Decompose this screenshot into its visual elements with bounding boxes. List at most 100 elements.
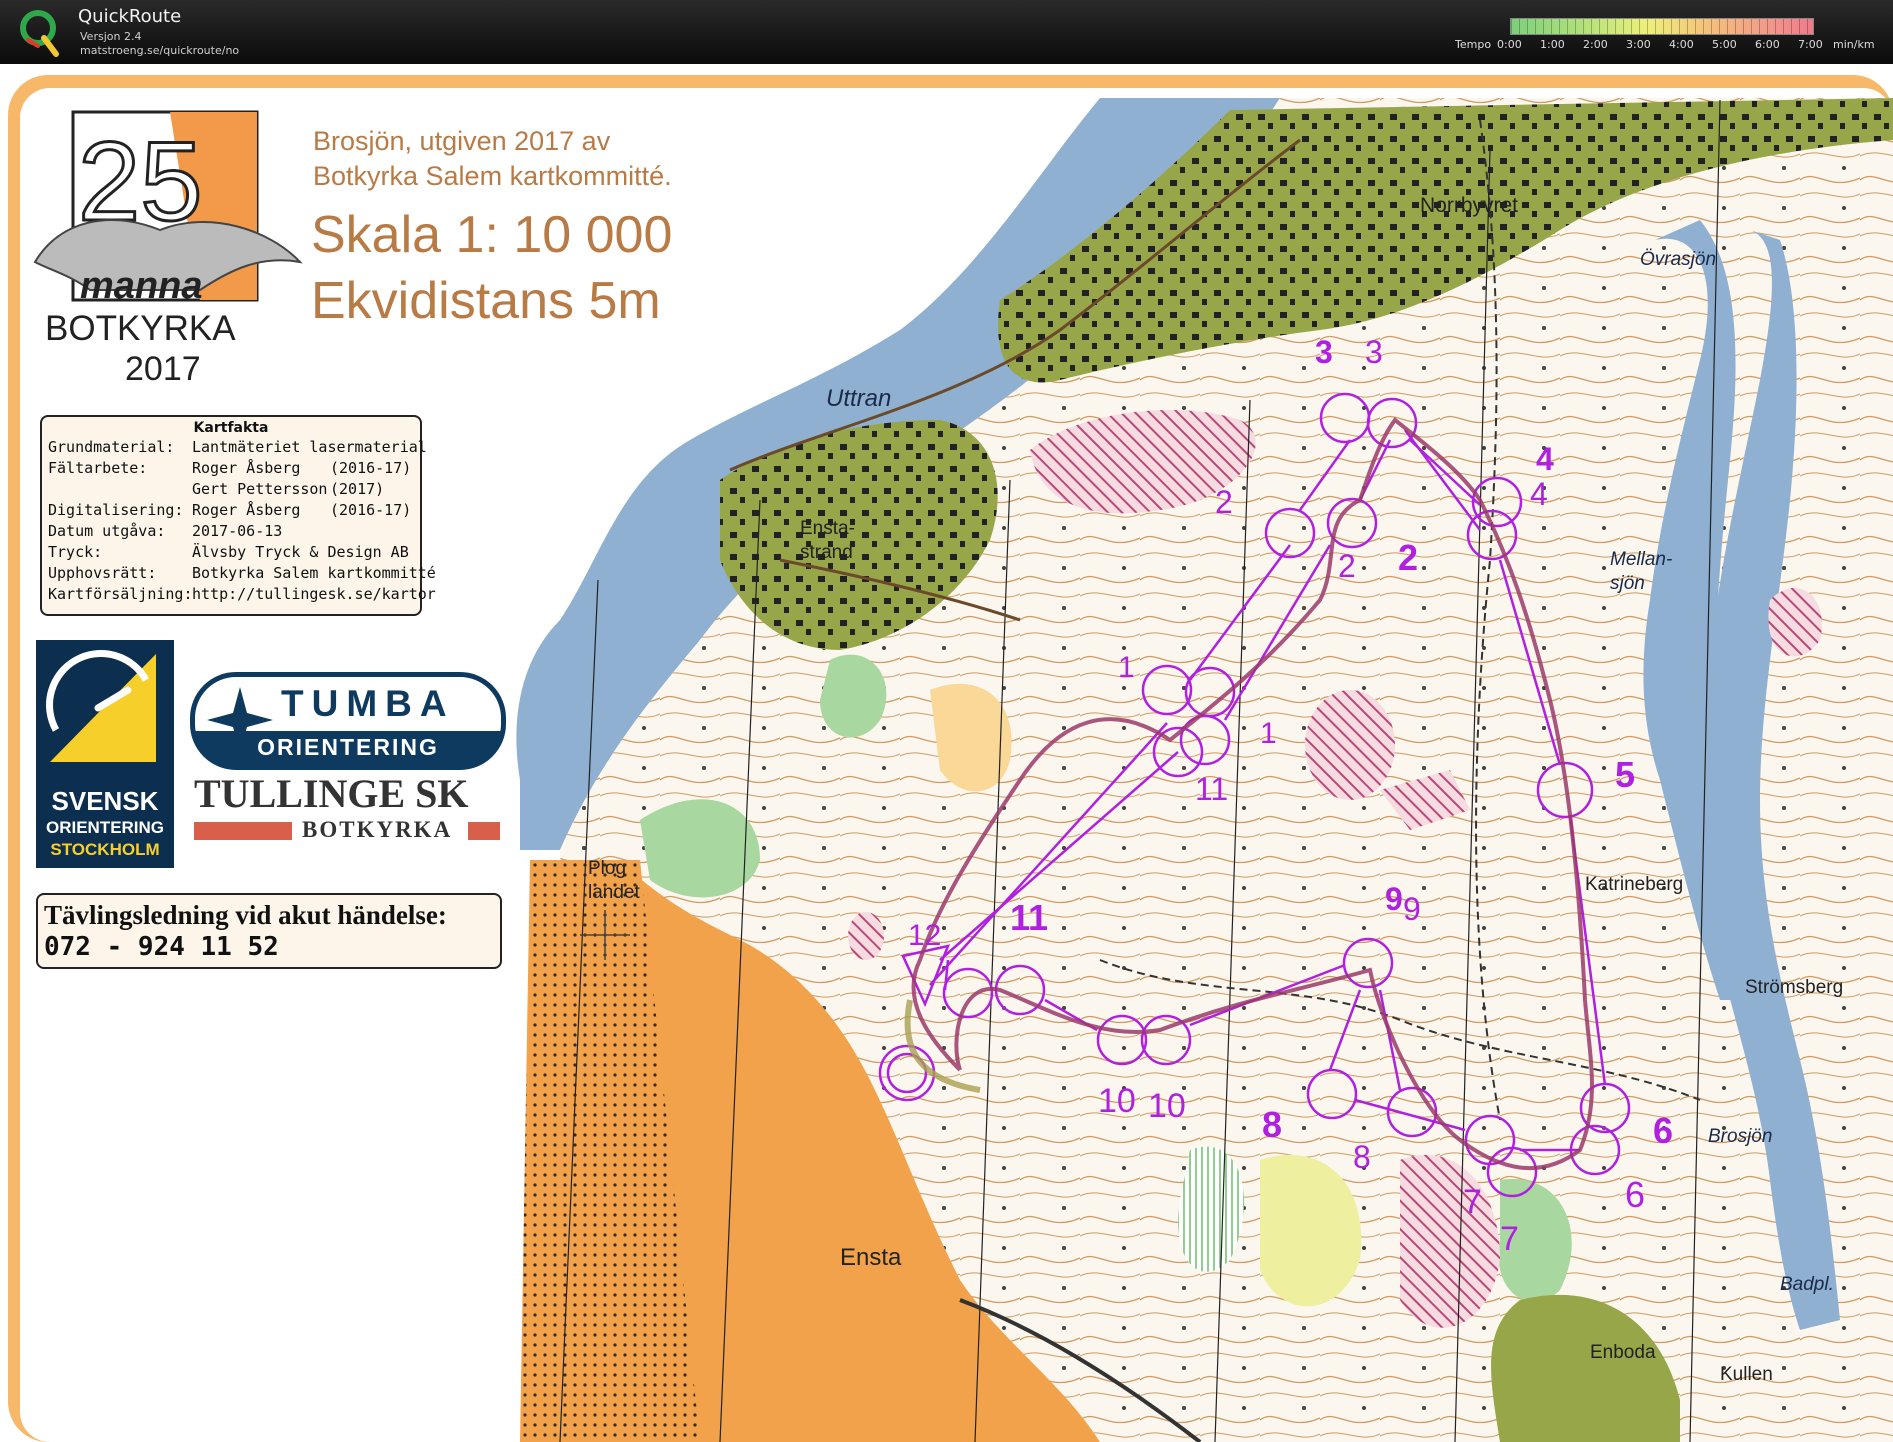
tempo-tick: 4:00 xyxy=(1669,38,1694,51)
place-mellansjon-2: sjön xyxy=(1610,573,1645,594)
map-scale: Skala 1: 10 000 xyxy=(311,206,672,264)
tempo-tick: 5:00 xyxy=(1712,38,1737,51)
place-ensta-strand-2: strand xyxy=(800,542,853,563)
place-mellansjon-1: Mellan- xyxy=(1610,549,1672,570)
place-enboda: Enboda xyxy=(1590,1342,1656,1363)
kartfakta-title: Kartfakta xyxy=(193,420,269,436)
tullinge-bar-left xyxy=(194,822,292,840)
kartfakta-key: Upphovsrätt: xyxy=(48,564,157,582)
emergency-title: Tävlingsledning vid akut händelse: xyxy=(44,900,447,930)
kartfakta-value: Lantmäteriet lasermaterial xyxy=(192,438,427,456)
control-number: 3 xyxy=(1315,334,1333,370)
control-number: 6 xyxy=(1625,1174,1645,1215)
event-logo-name: manna xyxy=(80,265,202,307)
tempo-label: Tempo xyxy=(1455,38,1492,51)
kartfakta-value: Roger Åsberg xyxy=(192,501,301,519)
place-ovrasjon: Övrasjön xyxy=(1640,249,1716,270)
kartfakta-key: Kartförsäljning: xyxy=(48,585,193,603)
control-number: 8 xyxy=(1353,1139,1371,1175)
control-number: 2 xyxy=(1398,537,1418,578)
control-number: 3 xyxy=(1365,334,1383,370)
kartfakta-value: 2017-06-13 xyxy=(192,522,283,540)
tullinge-line-2: BOTKYRKA xyxy=(302,817,453,842)
tempo-unit: min/km xyxy=(1833,38,1875,51)
emergency-phone: 072 - 924 11 52 xyxy=(44,932,279,962)
kartfakta-key: Fältarbete: xyxy=(48,459,148,477)
tumba-line-1: TUMBA xyxy=(281,683,455,724)
control-number: 1 xyxy=(1118,651,1135,684)
tempo-tick: 0:00 xyxy=(1497,38,1522,51)
control-number: 11 xyxy=(1195,771,1228,807)
tempo-tick: 2:00 xyxy=(1583,38,1608,51)
control-number: 9 xyxy=(1403,891,1421,927)
place-kullen: Kullen xyxy=(1720,1364,1773,1385)
kartfakta-box: Kartfakta Grundmaterial: Lantmäteriet la… xyxy=(40,415,436,616)
place-ensta-strand-1: Ensta- xyxy=(800,518,855,539)
place-uttran: Uttran xyxy=(826,385,891,412)
control-number: 8 xyxy=(1262,1104,1282,1145)
title-bar: QuickRoute Versjon 2.4 matstroeng.se/qui… xyxy=(0,0,1893,64)
kartfakta-value: http://tullingesk.se/kartor xyxy=(192,585,436,603)
emergency-contact-box: Tävlingsledning vid akut händelse: 072 -… xyxy=(36,893,502,969)
kartfakta-row: Fältarbete: Roger Åsberg (2016-17) xyxy=(48,459,418,479)
tumba-line-2: ORIENTERING xyxy=(195,731,501,765)
tempo-tick: 1:00 xyxy=(1540,38,1565,51)
compass-icon xyxy=(46,650,156,762)
control-number: 7 xyxy=(1500,1220,1519,1258)
kartfakta-value: Roger Åsberg xyxy=(192,459,301,477)
place-badpl: Badpl. xyxy=(1780,1274,1834,1295)
control-number: 10 xyxy=(1098,1082,1136,1120)
control-number: 10 xyxy=(1148,1087,1186,1125)
kartfakta-year: (2016-17) xyxy=(330,459,412,477)
control-number: 2 xyxy=(1215,484,1233,520)
control-number: 12 xyxy=(908,919,941,952)
contour-interval: Ekvidistans 5m xyxy=(311,272,661,330)
tullinge-sk-logo: TULLINGE SK BOTKYRKA xyxy=(190,770,504,844)
app-version: Versjon 2.4 xyxy=(80,30,142,43)
tempo-color-scale xyxy=(1510,18,1814,35)
kartfakta-value: Älvsby Tryck & Design AB xyxy=(192,543,409,561)
place-norrbyvret: Norrbyvret xyxy=(1420,194,1518,217)
kartfakta-row: Kartförsäljning: http://tullingesk.se/ka… xyxy=(48,585,436,605)
kartfakta-row: Gert Pettersson (2017) xyxy=(48,480,418,500)
event-logo-place: BOTKYRKA xyxy=(45,309,236,348)
place-plog-1: Plog xyxy=(588,858,626,879)
publisher-line-2: Botkyrka Salem kartkommitté. xyxy=(313,161,672,191)
svensk-line-1: SVENSK xyxy=(51,786,159,816)
place-stromsberg: Strömsberg xyxy=(1745,977,1843,998)
control-number: 4 xyxy=(1536,441,1554,477)
control-number: 6 xyxy=(1653,1110,1673,1151)
control-number: 2 xyxy=(1338,548,1356,584)
svensk-line-3: STOCKHOLM xyxy=(50,840,160,859)
kartfakta-year: (2017) xyxy=(330,480,385,498)
kartfakta-key: Datum utgåva: xyxy=(48,522,166,540)
control-number: 4 xyxy=(1530,476,1548,512)
kartfakta-key: Digitalisering: xyxy=(48,501,184,519)
kartfakta-value: Botkyrka Salem kartkommitté xyxy=(192,564,436,582)
app-name: QuickRoute xyxy=(78,6,182,27)
event-logo-year: 2017 xyxy=(125,350,201,388)
quickroute-logo-icon xyxy=(20,10,59,57)
control-number: 7 xyxy=(1463,1183,1482,1221)
svensk-line-2: ORIENTERING xyxy=(45,818,165,837)
tullinge-line-1: TULLINGE SK xyxy=(194,771,469,816)
place-katrineberg: Katrineberg xyxy=(1585,874,1683,895)
kartfakta-row: Digitalisering: Roger Åsberg (2016-17) xyxy=(48,501,418,521)
control-number: 1 xyxy=(1260,717,1277,750)
kartfakta-row: Upphovsrätt: Botkyrka Salem kartkommitté xyxy=(48,564,436,584)
tempo-tick: 6:00 xyxy=(1755,38,1780,51)
tullinge-bar-right xyxy=(468,822,500,840)
control-number: 9 xyxy=(1385,881,1403,917)
app-url: matstroeng.se/quickroute/no xyxy=(80,44,240,57)
kartfakta-key: Tryck: xyxy=(48,543,103,561)
place-brosjon: Brosjön xyxy=(1708,1126,1772,1147)
control-number: 11 xyxy=(1010,897,1048,938)
kartfakta-year: (2016-17) xyxy=(330,501,412,519)
place-plog-2: landet xyxy=(588,882,640,903)
kartfakta-row: Tryck: Älvsby Tryck & Design AB xyxy=(48,543,418,563)
kartfakta-key: Grundmaterial: xyxy=(48,438,175,456)
tempo-tick: 7:00 xyxy=(1798,38,1823,51)
publisher-line-1: Brosjön, utgiven 2017 av xyxy=(313,126,611,156)
svensk-orientering-logo: SVENSK ORIENTERING STOCKHOLM xyxy=(36,640,174,868)
control-number: 5 xyxy=(1615,754,1635,795)
